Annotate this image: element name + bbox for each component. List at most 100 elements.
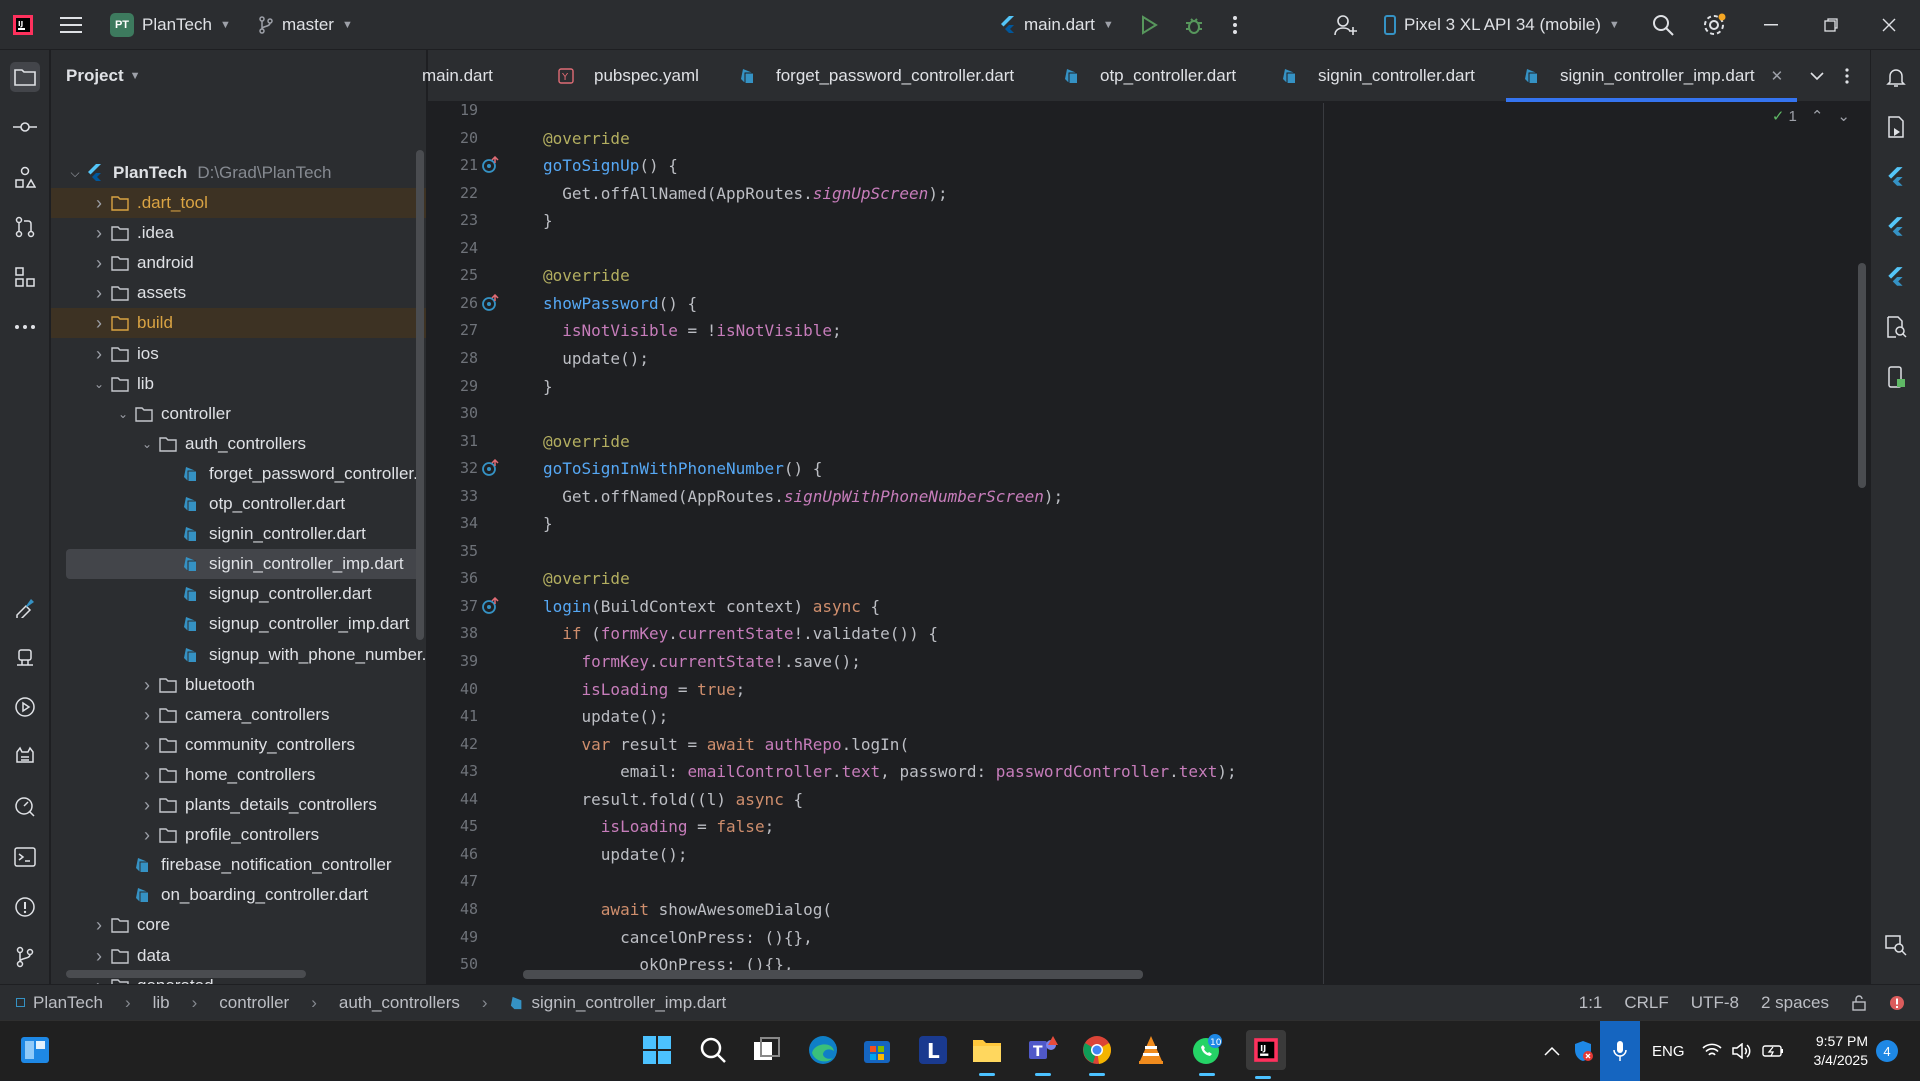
pull-requests-icon[interactable] [10, 212, 40, 242]
windows-start-icon[interactable] [640, 1033, 674, 1067]
teams-icon[interactable]: T [1026, 1033, 1060, 1076]
flutter-inspector-icon[interactable] [10, 592, 40, 622]
code-line[interactable]: update(); [543, 841, 688, 868]
settings-gear-icon[interactable] [1702, 0, 1726, 50]
code-line[interactable]: @override [543, 565, 630, 592]
run-button[interactable] [1140, 0, 1158, 50]
tab-signin-controller-imp[interactable]: signin_controller_imp.dart ✕ [1505, 50, 1798, 102]
chevron-down-icon[interactable]: ⌄ [139, 437, 155, 451]
code-line[interactable]: @override [543, 428, 630, 455]
tree-folder-item[interactable]: › build [51, 308, 426, 338]
chevron-right-icon[interactable]: › [91, 283, 107, 304]
project-horizontal-scrollbar[interactable] [66, 970, 306, 978]
find-usages-icon[interactable] [1881, 930, 1911, 960]
microphone-active-icon[interactable] [1600, 1021, 1640, 1081]
chrome-browser-icon[interactable] [1080, 1033, 1114, 1076]
override-method-gutter-icon[interactable] [481, 459, 499, 477]
tree-folder-item[interactable]: › core [51, 910, 426, 940]
lock-icon[interactable] [1851, 995, 1867, 1011]
search-icon[interactable] [1652, 0, 1674, 50]
code-line[interactable]: isNotVisible = !isNotVisible; [543, 317, 841, 344]
chevron-right-icon[interactable]: › [91, 344, 107, 365]
code-line[interactable]: isLoading = false; [543, 813, 774, 840]
code-line[interactable]: update(); [543, 345, 649, 372]
microsoft-store-icon[interactable] [860, 1033, 894, 1067]
structure-icon[interactable] [10, 162, 40, 192]
line-ending[interactable]: CRLF [1624, 993, 1668, 1013]
more-actions-icon[interactable] [1232, 0, 1238, 50]
code-line[interactable]: login(BuildContext context) async { [543, 593, 880, 620]
branch-switcher[interactable]: master ▼ [258, 0, 353, 50]
chevron-right-icon[interactable]: › [139, 735, 155, 756]
input-language[interactable]: ENG [1652, 1021, 1685, 1081]
terminal-icon[interactable] [10, 842, 40, 872]
inspection-widget[interactable]: ✓ 1 ⌃ ⌄ [1772, 107, 1850, 126]
code-line[interactable]: Get.offNamed(AppRoutes.signUpWithPhoneNu… [543, 483, 1063, 510]
next-highlight-icon[interactable]: ⌄ [1837, 107, 1850, 125]
volume-icon[interactable] [1732, 1021, 1752, 1081]
whatsapp-icon[interactable]: 10 [1190, 1033, 1224, 1076]
main-menu-icon[interactable] [60, 0, 82, 50]
tree-folder-item[interactable]: ⌄ lib [51, 369, 426, 399]
code-line[interactable]: goToSignInWithPhoneNumber() { [543, 455, 822, 482]
chevron-right-icon[interactable]: › [91, 223, 107, 244]
tab-main-dart[interactable]: main.dart [422, 50, 493, 102]
flutter-devtools-icon[interactable] [1881, 262, 1911, 292]
project-vertical-scrollbar[interactable] [416, 150, 424, 640]
chevron-down-icon[interactable]: ⌄ [115, 407, 131, 421]
tree-file-item[interactable]: signin_controller_imp.dart [66, 549, 422, 579]
tree-folder-item[interactable]: › .dart_tool [51, 188, 426, 218]
editor-vertical-scrollbar[interactable] [1858, 263, 1866, 488]
tab-pubspec-yaml[interactable]: Y pubspec.yaml [554, 50, 699, 102]
flutter-performance-icon[interactable] [1881, 212, 1911, 242]
edge-browser-icon[interactable] [806, 1033, 840, 1067]
project-folder-icon[interactable] [10, 62, 40, 92]
project-panel-header[interactable]: Project ▼ [51, 50, 426, 102]
code-line[interactable]: @override [543, 125, 630, 152]
tree-folder-item[interactable]: › bluetooth [51, 670, 426, 700]
tree-folder-item[interactable]: › data [51, 941, 426, 971]
file-encoding[interactable]: UTF-8 [1691, 993, 1739, 1013]
notification-center[interactable]: 4 [1876, 1021, 1898, 1081]
chevron-right-icon[interactable]: › [139, 825, 155, 846]
override-method-gutter-icon[interactable] [481, 597, 499, 615]
chevron-right-icon[interactable]: › [91, 313, 107, 334]
tab-forget-password-controller[interactable]: forget_password_controller.dart [736, 50, 1014, 102]
close-tab-icon[interactable]: ✕ [1771, 67, 1784, 85]
breadcrumb-item[interactable]: lib [153, 993, 170, 1013]
android-studio-taskbar-icon[interactable]: IJ [1246, 1030, 1286, 1079]
code-line[interactable]: cancelOnPress: (){}, [543, 924, 813, 951]
battery-charging-icon[interactable] [1762, 1021, 1784, 1081]
flutter-outline-icon[interactable] [1881, 162, 1911, 192]
tab-signin-controller[interactable]: signin_controller.dart [1278, 50, 1475, 102]
code-line[interactable]: email: emailController.text, password: p… [543, 758, 1237, 785]
tree-root[interactable]: ⌵ PlanTech D:\Grad\PlanTech [51, 158, 426, 188]
commit-icon[interactable] [10, 112, 40, 142]
code-line[interactable]: } [543, 510, 553, 537]
tree-file-item[interactable]: forget_password_controller. [51, 459, 426, 489]
tree-folder-item[interactable]: › .idea [51, 218, 426, 248]
chevron-right-icon[interactable]: › [139, 795, 155, 816]
tree-folder-item[interactable]: ⌄ auth_controllers [51, 429, 426, 459]
project-switcher[interactable]: PT PlanTech ▼ [110, 0, 231, 50]
chevron-right-icon[interactable]: › [139, 675, 155, 696]
indent-setting[interactable]: 2 spaces [1761, 993, 1829, 1013]
debug-button[interactable] [1184, 0, 1204, 50]
tabs-dropdown-icon[interactable] [1810, 50, 1824, 102]
restore-window-icon[interactable] [1824, 0, 1838, 50]
vlc-player-icon[interactable] [1134, 1033, 1168, 1067]
show-hidden-icons-icon[interactable] [1544, 1021, 1560, 1081]
chevron-right-icon[interactable]: › [91, 253, 107, 274]
more-tool-windows-icon[interactable] [10, 312, 40, 342]
code-line[interactable]: goToSignUp() { [543, 152, 678, 179]
security-shield-icon[interactable] [1572, 1021, 1594, 1081]
tree-file-item[interactable]: otp_controller.dart [51, 489, 426, 519]
caret-position[interactable]: 1:1 [1579, 993, 1603, 1013]
code-line[interactable]: update(); [543, 703, 669, 730]
tree-file-item[interactable]: firebase_notification_controller [51, 850, 426, 880]
tree-file-item[interactable]: on_boarding_controller.dart [51, 880, 426, 910]
chevron-right-icon[interactable]: › [139, 705, 155, 726]
code-line[interactable]: showPassword() { [543, 290, 697, 317]
wifi-icon[interactable] [1702, 1021, 1722, 1081]
breadcrumb-item[interactable]: signin_controller_imp.dart [532, 993, 727, 1013]
